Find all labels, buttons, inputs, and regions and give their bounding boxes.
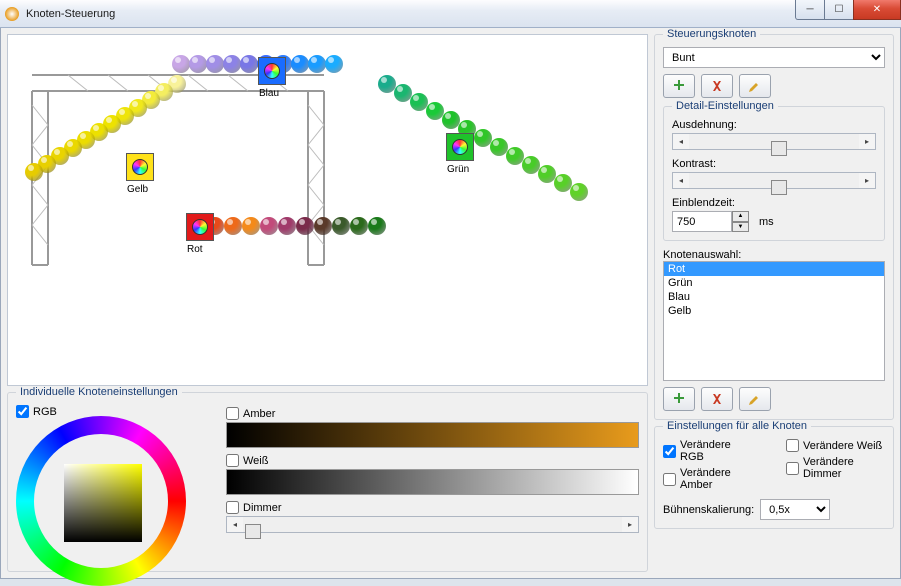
fade-label: Einblendzeit: [672,197,876,209]
white-checkbox-label: Weiß [243,455,268,467]
fixture-light [240,55,258,73]
app-icon [4,6,20,22]
change-rgb-checkbox[interactable]: Verändere RGB [663,439,756,463]
maximize-button[interactable]: ☐ [824,0,854,20]
node-selection-label: Knotenauswahl: [663,249,885,261]
add-control-node-button[interactable] [663,74,695,98]
color-sv-box[interactable] [64,464,142,542]
list-item[interactable]: Rot [664,262,884,276]
dimmer-right-icon[interactable]: ▸ [622,517,638,532]
plus-icon [672,392,686,406]
amber-gradient[interactable] [226,422,639,448]
node-marker-blau[interactable]: Blau [258,57,286,85]
dimmer-checkbox-label: Dimmer [243,502,282,514]
detail-settings-title: Detail-Einstellungen [672,100,778,112]
extent-label: Ausdehnung: [672,119,876,131]
dimmer-checkbox-input[interactable] [226,501,239,514]
node-marker-gruen[interactable]: Grün [446,133,474,161]
list-item[interactable]: Blau [664,290,884,304]
edit-control-node-button[interactable] [739,74,771,98]
node-marker-label: Gelb [127,184,148,195]
window-title: Knoten-Steuerung [26,8,115,20]
delete-control-node-button[interactable] [701,74,733,98]
fixture-light [189,55,207,73]
control-nodes-group: Steuerungsknoten Bunt Detail-Einstellung… [654,34,894,420]
amber-checkbox[interactable]: Amber [226,407,639,420]
fixture-light [172,55,190,73]
white-checkbox[interactable]: Weiß [226,454,639,467]
add-node-button[interactable] [663,387,695,411]
global-settings-group: Einstellungen für alle Knoten Verändere … [654,426,894,529]
change-dimmer-checkbox[interactable]: Verändere Dimmer [786,456,885,480]
delete-icon [710,79,724,93]
left-arrow-icon[interactable]: ◂ [673,134,689,149]
fixture-light [325,55,343,73]
contrast-label: Kontrast: [672,158,876,170]
fade-input[interactable] [672,211,732,232]
fixture-light [314,217,332,235]
contrast-slider[interactable]: ◂ ▸ [672,172,876,189]
fixture-light [242,217,260,235]
fixture-light [206,55,224,73]
control-nodes-title: Steuerungsknoten [663,28,760,40]
pencil-icon [748,79,762,93]
plus-icon [672,79,686,93]
white-gradient[interactable] [226,469,639,495]
fade-spinner[interactable]: ▲▼ [672,211,749,232]
individual-settings-title: Individuelle Knoteneinstellungen [16,386,182,398]
extent-slider[interactable]: ◂ ▸ [672,133,876,150]
color-wheel[interactable] [16,416,186,586]
fixture-light [332,217,350,235]
spin-down-icon[interactable]: ▼ [732,222,749,233]
white-checkbox-input[interactable] [226,454,239,467]
delete-node-button[interactable] [701,387,733,411]
change-white-checkbox[interactable]: Verändere Weiß [786,439,885,452]
right-arrow-icon[interactable]: ▸ [859,173,875,188]
list-item[interactable]: Grün [664,276,884,290]
delete-icon [710,392,724,406]
fixture-light [223,55,241,73]
fixture-light [25,163,43,181]
scale-label: Bühnenskalierung: [663,504,754,516]
node-marker-label: Blau [259,88,279,99]
scale-select[interactable]: 0,5x [760,499,830,520]
spin-up-icon[interactable]: ▲ [732,211,749,222]
fixture-light [224,217,242,235]
fixture-light [291,55,309,73]
control-node-select[interactable]: Bunt [663,47,885,68]
fixture-light [570,183,588,201]
fade-unit: ms [759,216,774,228]
node-marker-label: Grün [447,164,469,175]
fixture-light [296,217,314,235]
individual-settings-group: Individuelle Knoteneinstellungen RGB Amb… [7,392,648,572]
left-arrow-icon[interactable]: ◂ [673,173,689,188]
node-marker-rot[interactable]: Rot [186,213,214,241]
change-amber-checkbox[interactable]: Verändere Amber [663,467,756,491]
minimize-button[interactable]: ─ [795,0,825,20]
close-button[interactable]: ✕ [853,0,901,20]
node-marker-gelb[interactable]: Gelb [126,153,154,181]
global-settings-title: Einstellungen für alle Knoten [663,420,811,432]
right-arrow-icon[interactable]: ▸ [859,134,875,149]
stage-preview: Gelb Blau Grün Rot [7,34,648,386]
titlebar: Knoten-Steuerung ─ ☐ ✕ [0,0,901,28]
node-marker-label: Rot [187,244,203,255]
detail-settings-group: Detail-Einstellungen Ausdehnung: ◂ ▸ Kon… [663,106,885,241]
dimmer-checkbox[interactable]: Dimmer [226,501,639,514]
fixture-light [278,217,296,235]
edit-node-button[interactable] [739,387,771,411]
amber-checkbox-label: Amber [243,408,275,420]
fixture-light [368,217,386,235]
amber-checkbox-input[interactable] [226,407,239,420]
fixture-light [260,217,278,235]
pencil-icon [748,392,762,406]
dimmer-slider[interactable]: ◂ ▸ [226,516,639,533]
node-selection-list[interactable]: RotGrünBlauGelb [663,261,885,381]
fixture-light [350,217,368,235]
list-item[interactable]: Gelb [664,304,884,318]
dimmer-left-icon[interactable]: ◂ [227,517,243,532]
fixture-light [308,55,326,73]
